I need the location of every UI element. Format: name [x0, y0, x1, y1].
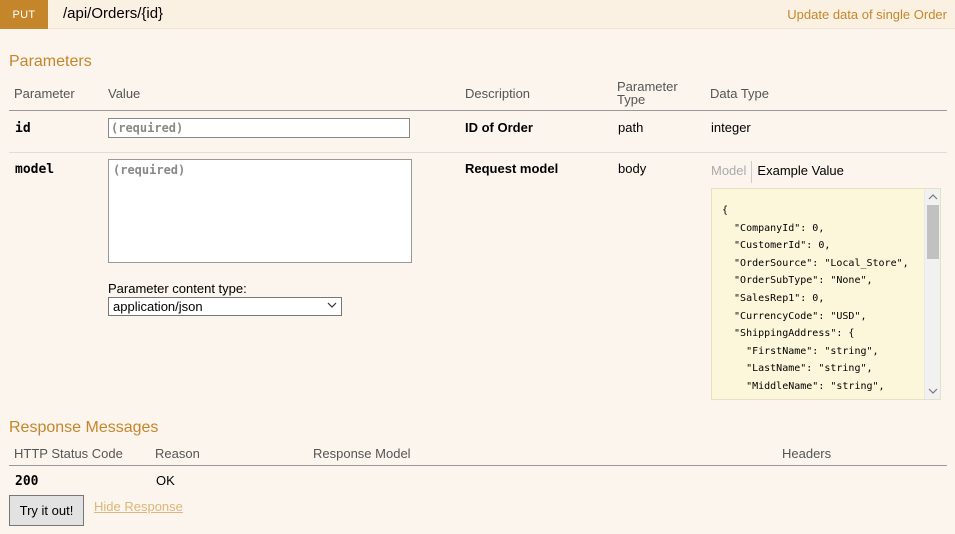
- example-json-line: "LastName": "string",: [722, 363, 873, 375]
- example-json: { "CompanyId": 0, "CustomerId": 0, "Orde…: [722, 202, 909, 400]
- params-header-divider: [9, 110, 947, 111]
- model-tabs: Model Example Value: [711, 161, 849, 183]
- col-data-type: Data Type: [710, 86, 770, 101]
- param-description-model: Request model: [465, 161, 559, 176]
- example-json-line: "CustomerId": 0,: [722, 240, 831, 252]
- response-reason: OK: [156, 473, 175, 488]
- tab-model[interactable]: Model: [711, 161, 753, 183]
- response-code: 200: [15, 474, 39, 489]
- endpoint-path[interactable]: /api/Orders/{id}: [63, 5, 163, 22]
- col-reason: Reason: [155, 446, 200, 461]
- model-textarea[interactable]: (required): [108, 159, 412, 263]
- responses-header-divider: [9, 465, 947, 466]
- col-value: Value: [108, 86, 141, 101]
- example-json-line: "CurrencyCode": "USD",: [722, 310, 867, 322]
- example-json-line: "SalesRep1": 0,: [722, 292, 825, 304]
- example-json-line: {: [722, 205, 729, 216]
- col-parameter-type: Parameter Type: [617, 80, 678, 106]
- col-parameter-type-line2: Type: [617, 92, 646, 107]
- param-name-id: id: [15, 121, 31, 136]
- col-description: Description: [465, 86, 531, 101]
- try-it-out-button[interactable]: Try it out!: [9, 495, 84, 526]
- col-parameter: Parameter: [14, 86, 75, 101]
- scroll-thumb[interactable]: [927, 205, 939, 259]
- chevron-up-icon[interactable]: [928, 192, 938, 202]
- col-response-model: Response Model: [313, 446, 411, 461]
- example-json-line: "FirstName": "string",: [722, 345, 879, 357]
- operation-header[interactable]: PUT /api/Orders/{id} Update data of sing…: [0, 0, 955, 29]
- param-description-id: ID of Order: [465, 120, 533, 135]
- example-value-box[interactable]: { "CompanyId": 0, "CustomerId": 0, "Orde…: [711, 188, 941, 400]
- content-type-label: Parameter content type:: [108, 281, 247, 296]
- response-messages-title: Response Messages: [9, 419, 159, 436]
- id-input[interactable]: (required): [108, 118, 410, 138]
- example-json-line: "OrderSubType": "None",: [722, 275, 873, 287]
- hide-response-link[interactable]: Hide Response: [94, 499, 183, 514]
- operation-summary[interactable]: Update data of single Order: [787, 7, 947, 22]
- example-json-line: "ShippingAddress": {: [722, 328, 855, 340]
- param-type-id: path: [618, 120, 644, 135]
- example-json-line: "MiddleName": "string",: [722, 380, 885, 392]
- parameters-title: Parameters: [9, 53, 92, 70]
- col-http-status: HTTP Status Code: [14, 446, 123, 461]
- col-headers: Headers: [782, 446, 832, 461]
- scrollbar[interactable]: [924, 189, 940, 399]
- row-divider: [9, 152, 947, 153]
- param-datatype-id: integer: [711, 120, 751, 135]
- example-json-line: "ZipCode": "string",: [722, 396, 909, 400]
- chevron-down-icon: [327, 302, 337, 308]
- tab-example-value[interactable]: Example Value: [752, 161, 848, 183]
- example-json-line: "OrderSource": "Local_Store",: [722, 257, 909, 269]
- chevron-down-icon[interactable]: [928, 386, 938, 396]
- param-name-model: model: [15, 162, 55, 177]
- example-json-line: "CompanyId": 0,: [722, 222, 825, 234]
- param-type-model: body: [618, 161, 647, 176]
- content-type-select[interactable]: application/json: [108, 297, 342, 316]
- http-method-badge: PUT: [0, 0, 48, 29]
- content-type-value: application/json: [113, 299, 203, 314]
